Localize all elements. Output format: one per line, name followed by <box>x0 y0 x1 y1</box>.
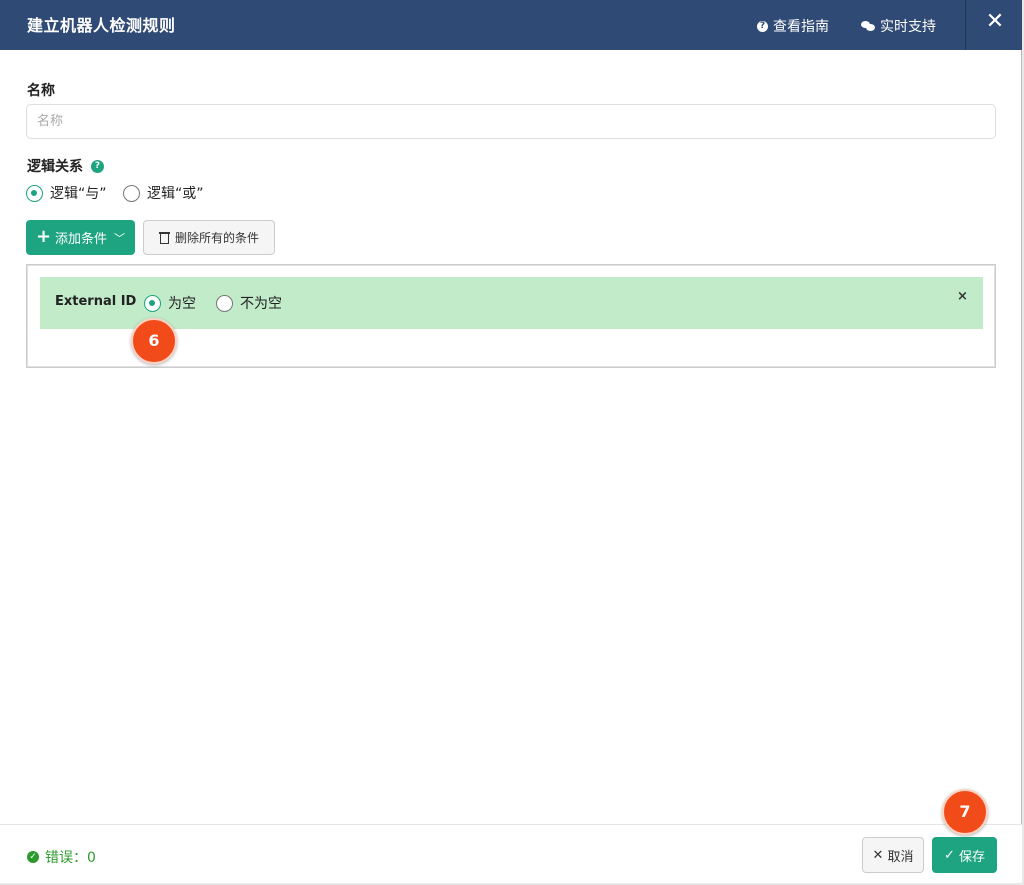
logic-label-text: 逻辑关系 <box>27 159 83 175</box>
delete-all-label: 删除所有的条件 <box>174 231 259 245</box>
condition-empty-label: 为空 <box>168 296 196 312</box>
trash-icon <box>158 231 170 244</box>
chat-icon <box>861 20 875 32</box>
logic-label: 逻辑关系 ? <box>27 156 104 176</box>
support-label: 实时支持 <box>880 19 936 35</box>
cancel-button[interactable]: ✕ 取消 <box>862 837 924 873</box>
question-circle-icon: ? <box>757 20 768 32</box>
dialog-footer: ✓ 错误：0 ✕ 取消 ✓ 保存 <box>0 824 1022 883</box>
guide-label: 查看指南 <box>773 19 829 35</box>
chevron-down-icon: ﹀ <box>114 231 126 245</box>
add-condition-label: 添加条件 <box>55 232 108 247</box>
remove-condition-icon[interactable]: × <box>957 289 968 304</box>
radio-unselected-icon[interactable] <box>216 294 233 312</box>
check-circle-icon: ✓ <box>27 851 39 863</box>
help-icon[interactable]: ? <box>91 159 104 173</box>
add-condition-button[interactable]: + 添加条件 ﹀ <box>26 220 135 255</box>
live-support-link[interactable]: 实时支持 <box>861 16 936 36</box>
condition-field-label: External ID <box>55 294 137 309</box>
logic-or-label: 逻辑“或” <box>147 186 204 202</box>
close-icon: ✕ <box>872 847 884 863</box>
radio-selected-icon[interactable] <box>26 184 43 202</box>
name-input[interactable] <box>26 104 996 139</box>
dialog-title: 建立机器人检测规则 <box>27 16 176 35</box>
logic-or-option[interactable]: 逻辑“或” <box>123 184 204 202</box>
dialog-header: 建立机器人检测规则 ? 查看指南 实时支持 ✕ <box>0 0 1022 50</box>
guide-link[interactable]: ? 查看指南 <box>757 16 829 36</box>
logic-and-option[interactable]: 逻辑“与” <box>26 184 107 202</box>
step-badge: 7 <box>942 789 988 835</box>
name-label: 名称 <box>27 83 55 99</box>
condition-not-empty-option[interactable]: 不为空 <box>216 293 282 313</box>
cancel-label: 取消 <box>887 849 914 865</box>
plus-icon: + <box>35 225 52 247</box>
error-count: ✓ 错误：0 <box>27 847 96 867</box>
logic-and-label: 逻辑“与” <box>50 186 107 202</box>
condition-not-empty-label: 不为空 <box>240 296 282 312</box>
error-count-label: 错误：0 <box>45 850 96 866</box>
save-button[interactable]: ✓ 保存 <box>932 837 997 873</box>
save-label: 保存 <box>958 849 985 865</box>
step-badge: 6 <box>131 318 177 364</box>
condition-empty-option[interactable]: 为空 <box>144 293 196 313</box>
radio-selected-icon[interactable] <box>144 294 161 312</box>
close-icon[interactable]: ✕ <box>985 9 1005 35</box>
radio-unselected-icon[interactable] <box>123 184 140 202</box>
header-divider <box>965 0 966 50</box>
check-icon: ✓ <box>944 847 955 863</box>
rule-dialog: 建立机器人检测规则 ? 查看指南 实时支持 ✕ 名称 逻辑关系 ? 逻辑“与” … <box>0 0 1022 883</box>
condition-row: External ID 为空 不为空 × <box>40 277 983 329</box>
delete-all-conditions-button[interactable]: 删除所有的条件 <box>143 220 275 255</box>
